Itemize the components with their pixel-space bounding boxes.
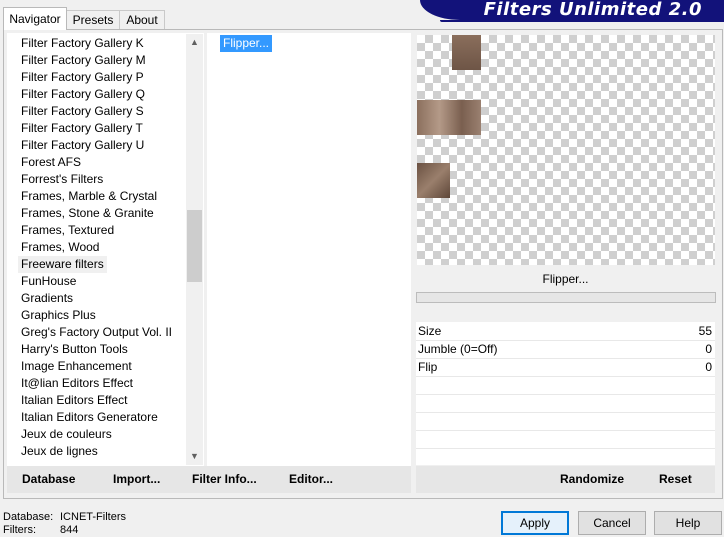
category-item[interactable]: Harry's Button Tools (21, 341, 128, 358)
banner-title: Filters Unlimited 2.0 (483, 0, 702, 20)
category-item[interactable]: Frames, Stone & Granite (21, 205, 154, 222)
param-empty-row (416, 395, 715, 413)
category-item[interactable]: Italian Editors Effect (21, 392, 128, 409)
category-item[interactable]: Forrest's Filters (21, 171, 103, 188)
category-item[interactable]: Filter Factory Gallery K (21, 35, 144, 52)
category-item[interactable]: Frames, Marble & Crystal (21, 188, 157, 205)
category-item[interactable]: It@lian Editors Effect (21, 375, 133, 392)
category-item[interactable]: Filter Factory Gallery S (21, 103, 144, 120)
preview-fragment (452, 35, 481, 70)
category-list[interactable]: Filter Factory Gallery K Filter Factory G… (7, 33, 204, 466)
preview-filter-name: Flipper... (542, 272, 589, 286)
param-empty-row (416, 431, 715, 449)
param-empty-row (416, 377, 715, 395)
param-value: 0 (705, 360, 712, 374)
category-item[interactable]: Frames, Textured (21, 222, 114, 239)
param-empty-row (416, 413, 715, 431)
editor-button[interactable]: Editor... (289, 472, 333, 486)
param-label: Flip (418, 360, 438, 374)
preview-image (417, 35, 715, 265)
param-size[interactable]: Size 55 (416, 323, 715, 341)
filter-info-button[interactable]: Filter Info... (192, 472, 257, 486)
tab-navigator[interactable]: Navigator (3, 7, 67, 30)
scrollbar-thumb[interactable] (187, 210, 202, 282)
tab-about[interactable]: About (119, 10, 165, 29)
title-banner: Filters Unlimited 2.0 (420, 0, 724, 20)
chevron-up-icon[interactable]: ▲ (186, 34, 203, 51)
category-scrollbar[interactable]: ▲ ▼ (186, 34, 203, 465)
category-item[interactable]: Jeux de couleurs (21, 426, 112, 443)
category-item[interactable]: Forest AFS (21, 154, 81, 171)
category-item[interactable]: Filter Factory Gallery Q (21, 86, 145, 103)
chevron-down-icon[interactable]: ▼ (186, 448, 203, 465)
cancel-button[interactable]: Cancel (578, 511, 646, 535)
category-item[interactable]: Italian Editors Generatore (21, 409, 158, 426)
database-label: Database: (3, 511, 54, 523)
category-item[interactable]: Jeux de lignes (21, 443, 98, 460)
filter-list[interactable]: Flipper... (207, 33, 411, 466)
param-label: Size (418, 324, 442, 338)
filters-count-label: Filters: (3, 524, 36, 536)
category-item[interactable]: Frames, Wood (21, 239, 99, 256)
filters-count-value: 844 (60, 524, 79, 536)
tab-presets[interactable]: Presets (66, 10, 120, 29)
database-button[interactable]: Database (22, 472, 75, 486)
param-value: 0 (705, 342, 712, 356)
param-value: 55 (698, 324, 712, 338)
help-button[interactable]: Help (654, 511, 722, 535)
param-jumble[interactable]: Jumble (0=Off) 0 (416, 341, 715, 359)
progress-bar (416, 292, 716, 303)
category-item[interactable]: Greg's Factory Output Vol. II (21, 324, 172, 341)
preview-fragment (417, 163, 450, 198)
category-item[interactable]: Filter Factory Gallery M (21, 52, 146, 69)
category-item[interactable]: Gradients (21, 290, 73, 307)
filter-item-flipper[interactable]: Flipper... (220, 35, 273, 52)
category-item[interactable]: Filter Factory Gallery P (21, 69, 144, 86)
preview-fragment (417, 100, 481, 135)
category-item[interactable]: Graphics Plus (21, 307, 96, 324)
database-value: ICNET-Filters (60, 511, 126, 523)
category-item[interactable]: Filter Factory Gallery U (21, 137, 144, 154)
import-button[interactable]: Import... (113, 472, 160, 486)
banner-stripe (440, 20, 724, 22)
category-item[interactable]: Image Enhancement (21, 358, 132, 375)
category-item[interactable]: Freeware filters (18, 256, 107, 273)
apply-button[interactable]: Apply (501, 511, 569, 535)
param-label: Jumble (0=Off) (418, 342, 498, 356)
param-flip[interactable]: Flip 0 (416, 359, 715, 377)
category-item[interactable]: FunHouse (21, 273, 76, 290)
reset-button[interactable]: Reset (659, 472, 692, 486)
randomize-button[interactable]: Randomize (560, 472, 624, 486)
category-item[interactable]: Filter Factory Gallery T (21, 120, 143, 137)
